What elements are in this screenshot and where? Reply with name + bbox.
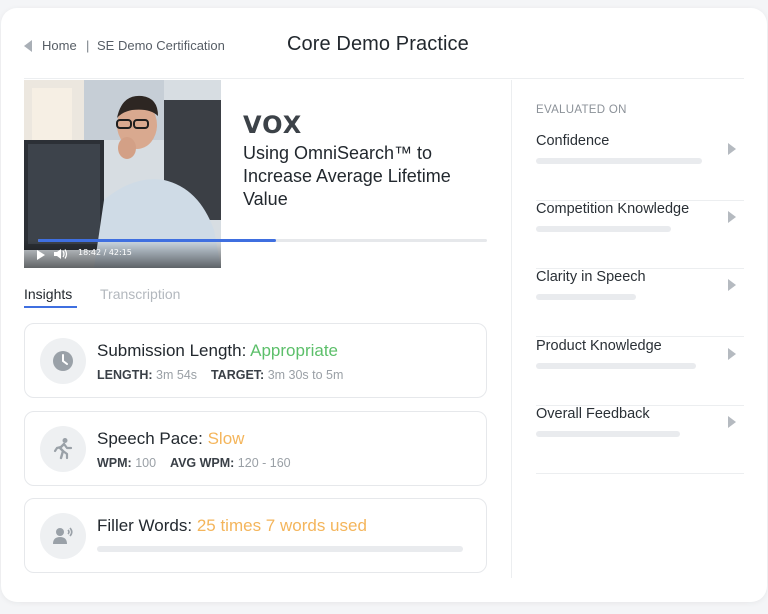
chevron-right-icon[interactable] [728, 143, 736, 155]
eval-item-label: Confidence [536, 133, 610, 149]
insight-meta: LENGTH: 3m 54s TARGET: 3m 30s to 5m [97, 368, 343, 382]
speaker-person-icon [40, 513, 86, 559]
play-icon[interactable] [37, 250, 45, 260]
breadcrumb-home[interactable]: Home [42, 38, 77, 53]
eval-item-overall-feedback[interactable]: Overall Feedback [536, 406, 744, 474]
insight-status: Appropriate [250, 341, 339, 360]
eval-item-label: Competition Knowledge [536, 201, 690, 217]
eval-item-label: Clarity in Speech [536, 269, 646, 285]
wpm-label: WPM: [97, 456, 132, 470]
length-value: 3m 54s [156, 368, 198, 382]
chevron-right-icon[interactable] [728, 416, 736, 428]
breadcrumb-separator: | [86, 38, 90, 53]
insight-filler-words: Filler Words: 25 times 7 words used [24, 498, 487, 573]
header-divider [24, 78, 744, 79]
chevron-right-icon[interactable] [728, 279, 736, 291]
insight-status: 25 times 7 words used [196, 516, 367, 535]
eval-item-product-knowledge[interactable]: Product Knowledge [536, 338, 744, 406]
eval-item-competition-knowledge[interactable]: Competition Knowledge [536, 201, 744, 269]
length-label: LENGTH: [97, 368, 153, 382]
eval-score-bar [536, 226, 671, 232]
tab-insights[interactable]: Insights [24, 286, 72, 302]
volume-icon[interactable] [54, 249, 68, 259]
target-label: TARGET: [210, 368, 265, 382]
eval-score-bar [536, 294, 636, 300]
video-progress-fill [38, 239, 276, 242]
eval-score-bar [536, 431, 680, 437]
avg-wpm-value: 120 - 160 [237, 456, 291, 470]
video-title: Using OmniSearch™ to Increase Average Li… [243, 143, 451, 209]
insight-status: Slow [207, 429, 245, 448]
filler-words-bar [97, 546, 463, 552]
back-arrow-icon[interactable] [24, 40, 32, 52]
insight-meta: WPM: 100 AVG WPM: 120 - 160 [97, 456, 291, 470]
brand-logo: VOX [243, 111, 303, 139]
wpm-value: 100 [135, 456, 157, 470]
active-tab-indicator [24, 306, 77, 308]
insight-submission-length: Submission Length: Appropriate LENGTH: 3… [24, 323, 487, 398]
chevron-right-icon[interactable] [728, 348, 736, 360]
insight-title: Speech Pace: Slow [97, 429, 244, 449]
breadcrumb-current[interactable]: SE Demo Certification [97, 38, 225, 53]
video-progress-track[interactable] [38, 239, 487, 242]
running-person-icon [40, 426, 86, 472]
insight-speech-pace: Speech Pace: Slow WPM: 100 AVG WPM: 120 … [24, 411, 487, 486]
insight-label: Speech Pace: [97, 429, 203, 448]
chevron-right-icon[interactable] [728, 211, 736, 223]
tab-transcription[interactable]: Transcription [100, 286, 180, 302]
eval-item-label: Product Knowledge [536, 338, 662, 354]
insight-title: Submission Length: Appropriate [97, 341, 338, 361]
avg-wpm-label: AVG WPM: [169, 456, 235, 470]
eval-score-bar [536, 363, 696, 369]
video-controls: 18:42 / 42:15 [24, 240, 221, 268]
target-value: 3m 30s to 5m [267, 368, 344, 382]
page-title: Core Demo Practice [287, 33, 469, 55]
insight-label: Filler Words: [97, 516, 193, 535]
eval-item-confidence[interactable]: Confidence [536, 133, 744, 201]
eval-item-label: Overall Feedback [536, 406, 650, 422]
insight-label: Submission Length: [97, 341, 247, 360]
eval-score-bar [536, 158, 702, 164]
clock-icon [40, 338, 86, 384]
video-time: 18:42 / 42:15 [78, 248, 132, 257]
eval-item-clarity-in-speech[interactable]: Clarity in Speech [536, 269, 744, 337]
evaluated-on-heading: EVALUATED ON [536, 104, 627, 116]
column-divider [511, 80, 512, 578]
insight-title: Filler Words: 25 times 7 words used [97, 516, 367, 536]
